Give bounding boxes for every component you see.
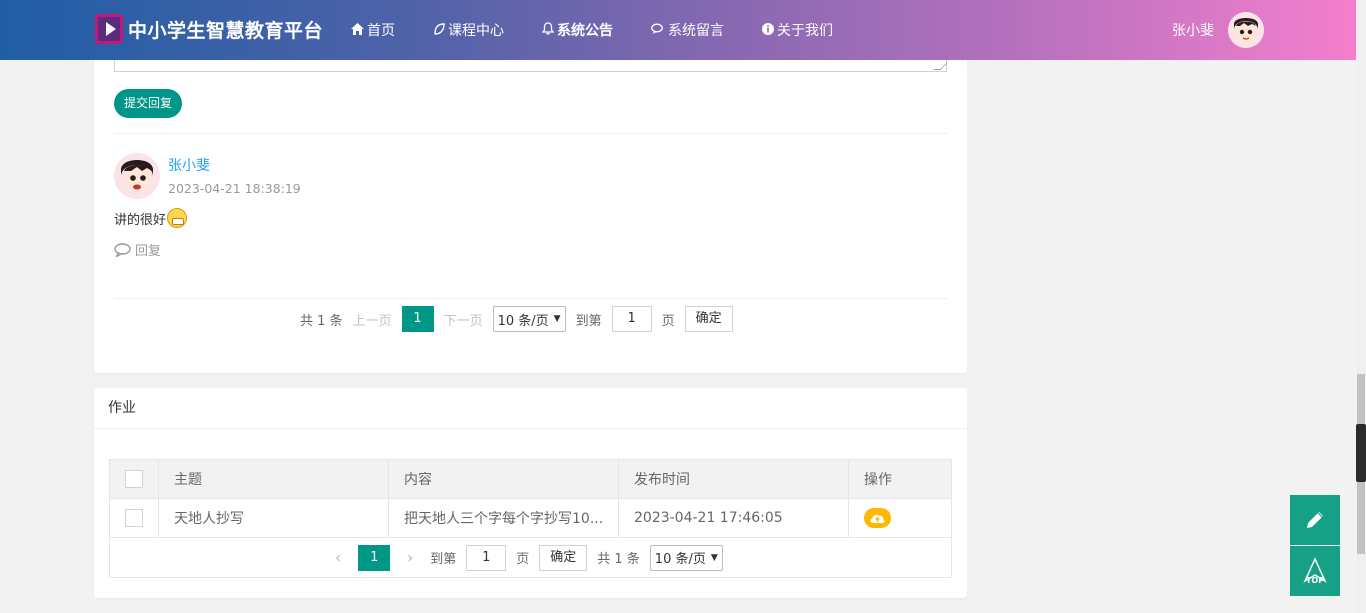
- chevron-left-icon[interactable]: ‹: [328, 548, 348, 567]
- pagination-total: 共 1 条: [597, 552, 640, 567]
- nav-messages[interactable]: 系统留言: [651, 20, 724, 40]
- top-label: TOP: [1305, 576, 1325, 585]
- chat-icon: [651, 23, 665, 38]
- current-page[interactable]: 1: [401, 306, 434, 332]
- goto-confirm-button[interactable]: 确定: [684, 306, 733, 332]
- nav-courses-label: 课程中心: [448, 23, 504, 39]
- comment-card: 提交回复 张小斐 2023-04-21 18:38:19 讲的很好 回复 共 1…: [94, 60, 967, 373]
- goto-label: 到第: [430, 552, 457, 567]
- bell-icon: [541, 22, 555, 38]
- row-checkbox[interactable]: [125, 509, 143, 527]
- homework-card: 作业 主题 内容 发布时间 操作 天地人抄写 把天地人三个字每个字抄写10...…: [94, 388, 967, 598]
- column-header: 内容: [389, 460, 619, 498]
- top-navbar: 中小学生智慧教育平台 首页 课程中心 系统公告 系统留言 关于我们 张小斐: [0, 0, 1356, 60]
- comment-text: 讲的很好: [114, 208, 188, 228]
- chevron-right-icon[interactable]: ›: [400, 548, 420, 567]
- reply-link[interactable]: 回复: [114, 240, 161, 259]
- nav-announcements-label: 系统公告: [557, 23, 613, 39]
- column-header: 操作: [864, 472, 892, 488]
- homework-table: 主题 内容 发布时间 操作 天地人抄写 把天地人三个字每个字抄写10... 20…: [109, 459, 952, 578]
- resize-handle-icon[interactable]: [933, 63, 948, 70]
- logo-play-icon: [95, 14, 123, 44]
- leaf-icon: [433, 22, 445, 38]
- goto-page-input[interactable]: 1: [466, 544, 507, 571]
- pencil-icon: [1307, 512, 1323, 528]
- user-name: 张小斐: [1172, 23, 1214, 39]
- page-size-select[interactable]: 10 条/页 ▼: [649, 544, 723, 571]
- site-title: 中小学生智慧教育平台: [128, 19, 324, 42]
- page-suffix: 页: [661, 313, 675, 329]
- row-subject: 天地人抄写: [159, 499, 389, 537]
- submit-reply-button[interactable]: 提交回复: [114, 89, 183, 118]
- goto-page-input[interactable]: 1: [611, 306, 652, 332]
- select-all-checkbox[interactable]: [125, 470, 143, 488]
- homework-title: 作业: [94, 388, 967, 429]
- user-menu[interactable]: 张小斐: [1172, 12, 1264, 48]
- chevron-down-icon: ▼: [553, 314, 561, 324]
- nav-home-label: 首页: [367, 23, 395, 39]
- row-checkbox-cell: [110, 499, 159, 537]
- column-header: 发布时间: [619, 460, 849, 498]
- table-row[interactable]: 天地人抄写 把天地人三个字每个字抄写10... 2023-04-21 17:46…: [110, 499, 951, 538]
- pagination-total: 共 1 条: [300, 313, 343, 329]
- main-nav: 首页 课程中心 系统公告 系统留言 关于我们: [351, 0, 871, 60]
- nav-about[interactable]: 关于我们: [762, 20, 833, 40]
- row-time: 2023-04-21 17:46:05: [619, 499, 849, 537]
- scrollbar-marker: [1356, 424, 1366, 482]
- column-header: 主题: [159, 460, 389, 498]
- speech-bubble-icon: [114, 242, 131, 257]
- table-header-row: 主题 内容 发布时间 操作: [110, 460, 951, 499]
- info-icon: [762, 22, 774, 38]
- header-checkbox-cell: [110, 460, 159, 498]
- nav-announcements[interactable]: 系统公告: [541, 20, 613, 40]
- comment-author[interactable]: 张小斐: [168, 155, 210, 175]
- prev-page-button[interactable]: 上一页: [353, 310, 392, 329]
- next-page-button[interactable]: 下一页: [444, 310, 483, 329]
- comment-body: 讲的很好: [114, 212, 167, 228]
- comment-avatar: [114, 153, 160, 199]
- current-page[interactable]: 1: [358, 544, 391, 571]
- page-size-select[interactable]: 10 条/页 ▼: [492, 306, 566, 332]
- cloud-upload-icon: [870, 514, 885, 523]
- home-icon: [351, 22, 364, 38]
- nav-about-label: 关于我们: [777, 23, 833, 39]
- row-actions: [849, 499, 951, 537]
- page-suffix: 页: [516, 552, 530, 567]
- upload-button[interactable]: [864, 508, 891, 528]
- page-size-value: 10 条/页: [497, 313, 549, 329]
- divider: [114, 298, 947, 299]
- goto-label: 到第: [575, 313, 602, 329]
- divider: [114, 133, 947, 134]
- nav-home[interactable]: 首页: [351, 20, 395, 40]
- nav-courses[interactable]: 课程中心: [433, 20, 504, 40]
- goto-confirm-button[interactable]: 确定: [539, 544, 588, 571]
- comment-time: 2023-04-21 18:38:19: [168, 181, 301, 196]
- homework-pagination: ‹ 1 › 到第 1 页 确定 共 1 条 10 条/页 ▼: [110, 538, 951, 577]
- avatar[interactable]: [1228, 12, 1264, 48]
- site-logo[interactable]: 中小学生智慧教育平台: [95, 14, 323, 44]
- grin-emoji-icon: [167, 208, 188, 228]
- edit-button[interactable]: [1290, 495, 1340, 545]
- back-to-top-button[interactable]: TOP: [1290, 546, 1340, 596]
- comment-pagination: 共 1 条 上一页 1 下一页 10 条/页 ▼ 到第 1 页 确定: [300, 306, 743, 332]
- row-content: 把天地人三个字每个字抄写10...: [389, 499, 619, 537]
- reply-textarea[interactable]: [114, 60, 948, 72]
- page-size-value: 10 条/页: [654, 552, 706, 567]
- nav-messages-label: 系统留言: [668, 23, 724, 39]
- chevron-down-icon: ▼: [710, 552, 718, 563]
- reply-label: 回复: [135, 244, 162, 259]
